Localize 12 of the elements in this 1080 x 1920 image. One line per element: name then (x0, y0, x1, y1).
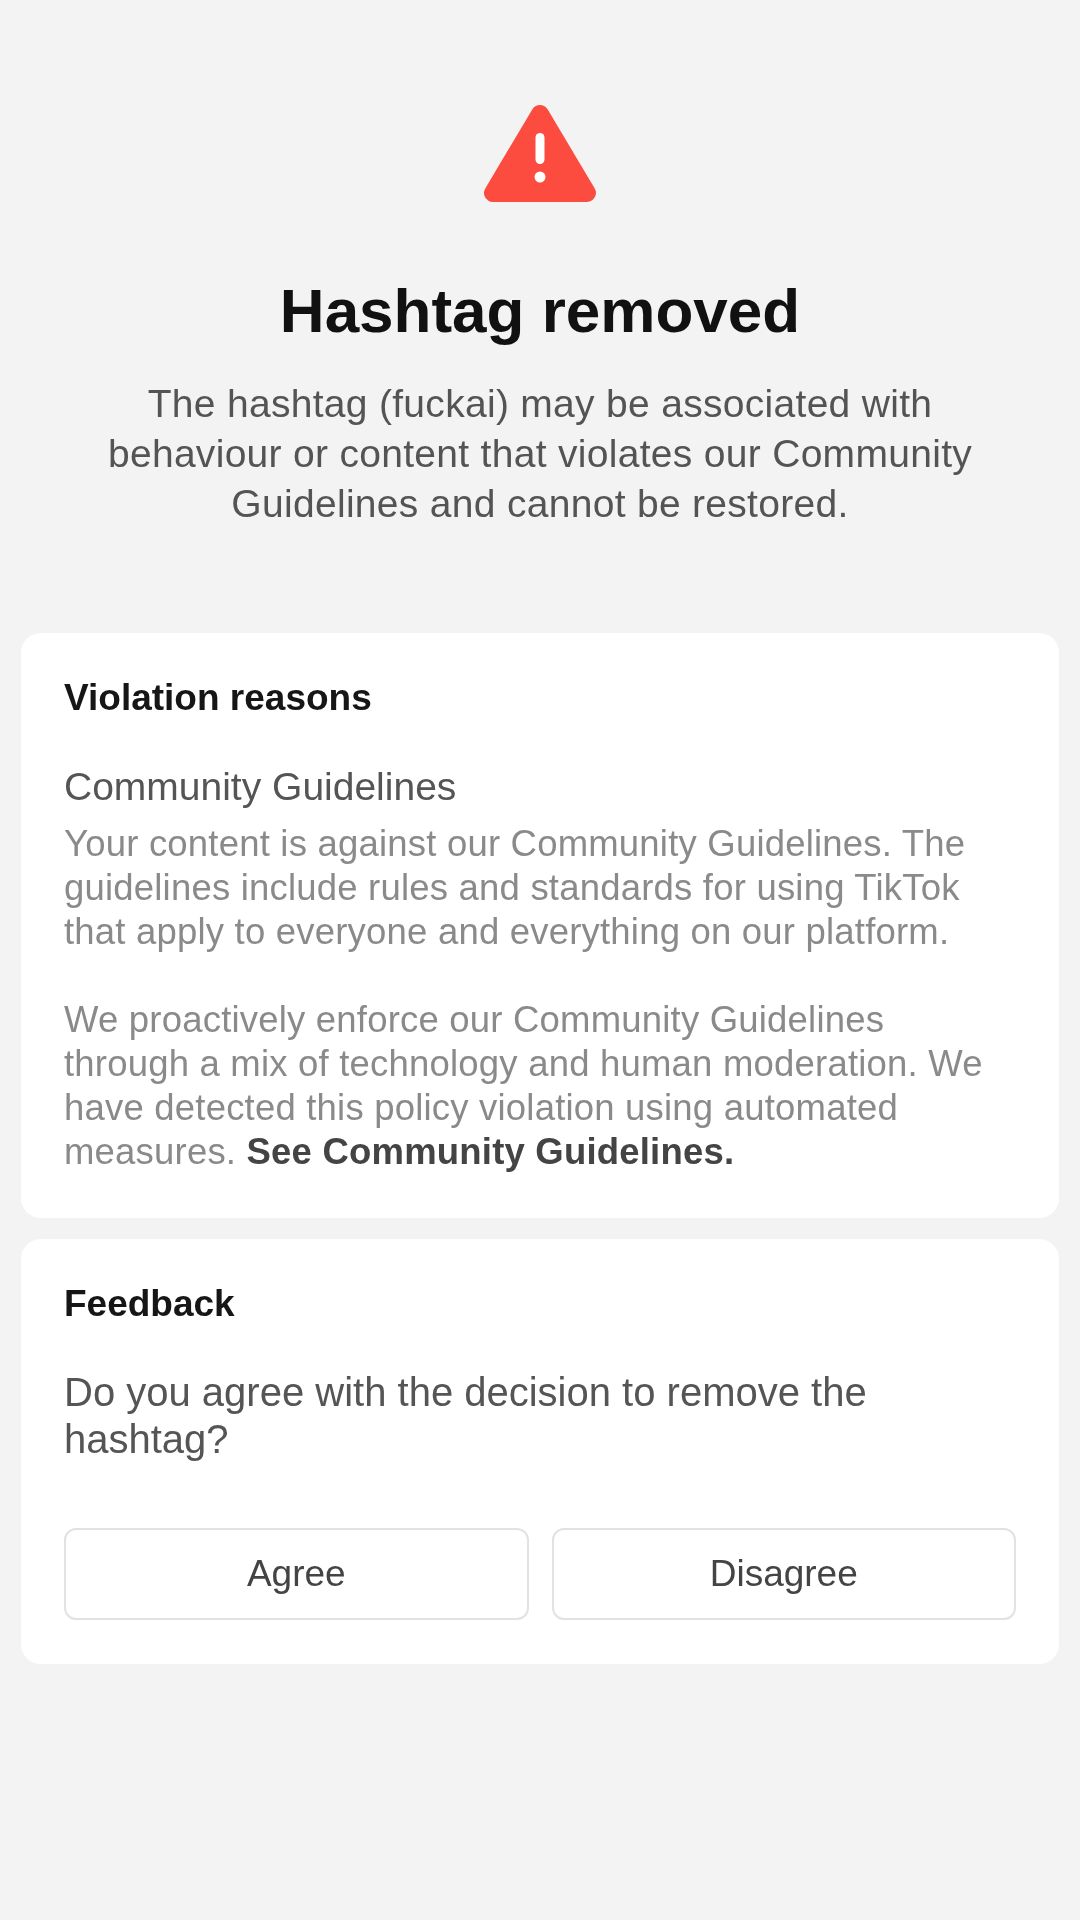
reason-title: Community Guidelines (64, 764, 458, 810)
page-title: Hashtag removed (279, 275, 801, 347)
reason-paragraph: We proactively enforce our Community Guidelines through a mix of technology and human moderation. We have detected this policy violation using automated measures. See Community Guidelines. (64, 998, 984, 1174)
card-heading: Violation reasons (64, 676, 373, 720)
disagree-button[interactable]: Disagree (551, 1528, 1016, 1620)
agree-button[interactable]: Agree (64, 1528, 529, 1620)
warning-icon (484, 104, 596, 203)
card-heading: Feedback (64, 1282, 236, 1326)
reason-paragraph: Your content is against our Community Guidelines. The guidelines include rules and standards for using TikTok that apply to everyone and everything on our platform. (64, 822, 967, 954)
guidelines-link[interactable]: See Community Guidelines. (246, 1131, 735, 1172)
feedback-question: Do you agree with the decision to remove the hashtag? (64, 1369, 868, 1463)
removal-message: The hashtag (fuckai) may be associated with behaviour or content that violates our Community Guidelines and cannot be restored. (106, 381, 974, 527)
